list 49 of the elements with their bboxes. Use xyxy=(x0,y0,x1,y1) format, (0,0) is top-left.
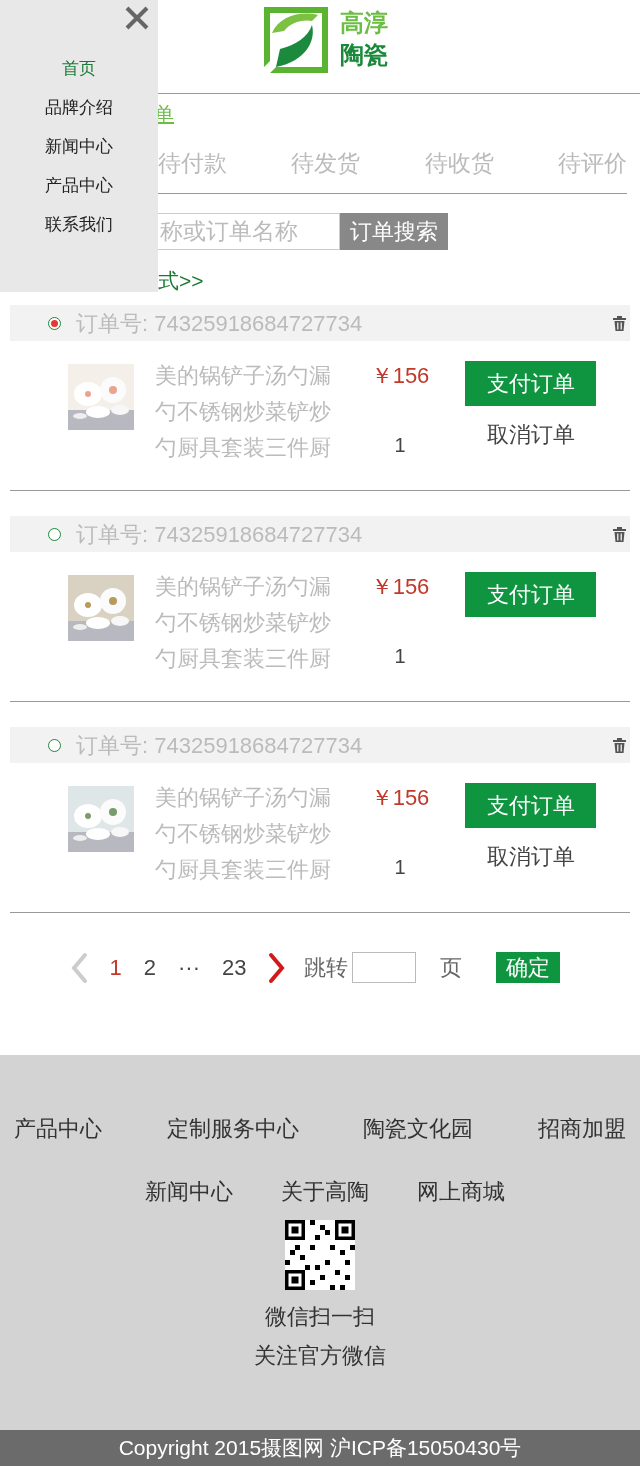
jump-label: 跳转 xyxy=(304,954,349,982)
footer-link[interactable]: 定制服务中心 xyxy=(166,1112,299,1145)
menu-item[interactable]: 新闻中心 xyxy=(45,134,113,160)
qr-caption: 关注官方微信 xyxy=(254,1342,386,1370)
menu-item[interactable]: 产品中心 xyxy=(45,173,113,199)
qr-code-icon xyxy=(285,1220,355,1290)
pay-button[interactable]: 支付订单 xyxy=(465,572,596,617)
search-field[interactable]: 称或订单名称 xyxy=(158,213,340,250)
qr-caption: 微信扫一扫 xyxy=(265,1303,375,1331)
page-number[interactable]: ··· xyxy=(178,951,200,984)
pay-button[interactable]: 支付订单 xyxy=(465,361,596,406)
price: ￥156 xyxy=(370,362,430,390)
cancel-button[interactable]: 取消订单 xyxy=(486,418,575,451)
link[interactable]: 式>> xyxy=(158,269,204,292)
footer-link[interactable]: 招商加盟 xyxy=(537,1112,626,1145)
search-button[interactable]: 订单搜索 xyxy=(340,213,448,250)
trash-icon[interactable] xyxy=(613,737,626,753)
page-number[interactable]: 23 xyxy=(222,951,247,984)
price: ￥156 xyxy=(370,573,430,601)
radio[interactable] xyxy=(48,316,61,330)
quantity: 1 xyxy=(394,855,406,880)
radio[interactable] xyxy=(48,738,61,752)
logo-text: 高淳 xyxy=(340,8,388,38)
footer-link[interactable]: 陶瓷文化园 xyxy=(363,1112,474,1145)
menu-item[interactable]: 首页 xyxy=(62,56,96,82)
confirm-button[interactable]: 确定 xyxy=(496,952,561,983)
page-number[interactable]: 1 xyxy=(109,951,122,984)
menu-item[interactable]: 联系我们 xyxy=(45,212,113,238)
footer-link[interactable]: 新闻中心 xyxy=(145,1175,233,1208)
page-unit: 页 xyxy=(440,954,463,982)
logo-text: 陶瓷 xyxy=(340,40,388,70)
price: ￥156 xyxy=(370,784,430,812)
page-input[interactable] xyxy=(352,952,417,983)
menu-item[interactable]: 品牌介绍 xyxy=(45,95,113,121)
copyright: Copyright 2015摄图网 沪ICP备15050430号 xyxy=(118,1435,522,1462)
quantity: 1 xyxy=(394,644,406,669)
logo-icon xyxy=(262,5,328,73)
footer-link[interactable]: 网上商城 xyxy=(417,1175,505,1208)
cancel-button[interactable]: 取消订单 xyxy=(486,840,575,873)
close-icon[interactable] xyxy=(124,5,150,31)
trash-icon[interactable] xyxy=(613,315,626,331)
next-page-button[interactable] xyxy=(268,951,287,984)
footer-link[interactable]: 关于高陶 xyxy=(281,1175,369,1208)
quantity: 1 xyxy=(394,433,406,458)
page-number[interactable]: 2 xyxy=(143,951,156,984)
pay-button[interactable]: 支付订单 xyxy=(465,783,596,828)
footer-link[interactable]: 产品中心 xyxy=(14,1112,102,1145)
radio[interactable] xyxy=(48,527,61,541)
trash-icon[interactable] xyxy=(613,526,626,542)
